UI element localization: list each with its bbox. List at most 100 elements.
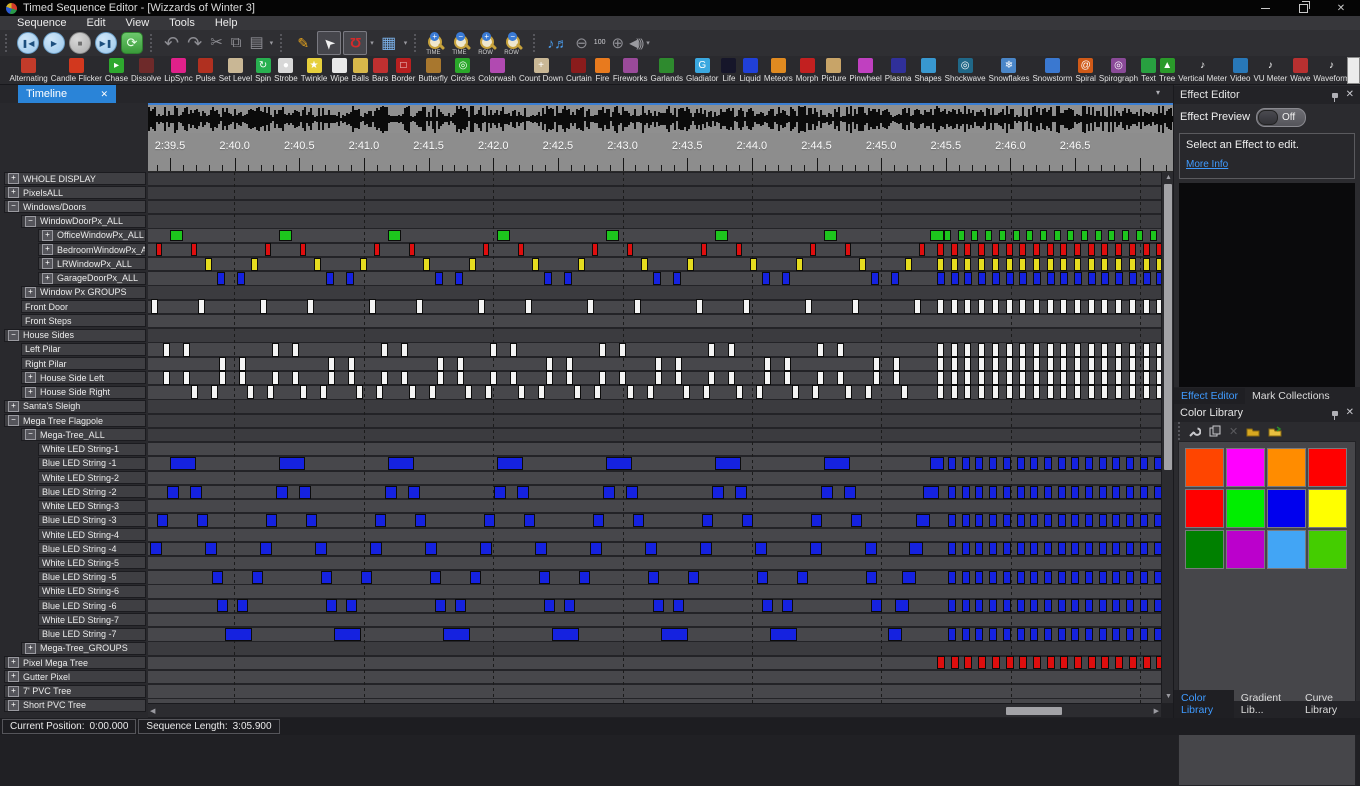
effect-block[interactable] (1060, 299, 1067, 314)
effect-block[interactable] (805, 299, 812, 314)
tree-expander-icon[interactable]: + (8, 173, 19, 184)
effect-block[interactable] (1126, 457, 1134, 470)
effect-wave-button[interactable]: Wave (1290, 58, 1310, 83)
effect-block[interactable] (1143, 357, 1150, 371)
effect-block[interactable] (497, 457, 523, 470)
effect-block[interactable] (688, 571, 699, 584)
grid-row[interactable] (148, 557, 1161, 569)
tree-expander-icon[interactable]: − (8, 330, 19, 341)
effect-spin-button[interactable]: ↻Spin (255, 58, 271, 83)
effect-block[interactable] (673, 272, 681, 285)
effect-block[interactable] (675, 371, 682, 385)
effect-block[interactable] (276, 486, 288, 499)
effect-block[interactable] (370, 542, 382, 555)
paste-dropdown-caret[interactable]: ▾ (270, 39, 274, 47)
effect-block[interactable] (374, 243, 380, 256)
effect-block[interactable] (1074, 272, 1082, 285)
tree-item-bar[interactable]: White LED String-4 (38, 528, 146, 541)
tree-row[interactable]: Blue LED String -7 (0, 628, 148, 641)
effect-block[interactable] (715, 230, 728, 241)
effect-block[interactable] (1017, 599, 1025, 612)
effect-block[interactable] (1143, 385, 1150, 399)
horizontal-scrollbar-thumb[interactable] (1006, 707, 1062, 715)
effect-block[interactable] (948, 457, 956, 470)
tree-row[interactable]: Front Steps (0, 314, 148, 327)
effect-block[interactable] (401, 343, 408, 357)
effect-block[interactable] (1154, 542, 1162, 555)
effect-block[interactable] (978, 357, 985, 371)
effect-block[interactable] (239, 357, 246, 371)
effect-block[interactable] (1058, 628, 1066, 641)
effect-waveform-button[interactable]: ♪Waveform (1313, 58, 1349, 83)
volume-dropdown-caret[interactable]: ▾ (646, 39, 650, 47)
effect-block[interactable] (837, 371, 844, 385)
effect-block[interactable] (163, 343, 170, 357)
effect-block[interactable] (1060, 343, 1067, 357)
effect-block[interactable] (852, 299, 859, 314)
effect-block[interactable] (409, 243, 415, 256)
tree-expander-icon[interactable]: + (25, 287, 36, 298)
tree-expander-icon[interactable]: + (25, 387, 36, 398)
tree-item-bar[interactable]: −Mega-Tree_ALL (21, 428, 146, 441)
effect-block[interactable] (757, 571, 768, 584)
grid-row[interactable] (148, 229, 1161, 241)
toolbar-overflow-handle[interactable] (1347, 57, 1360, 84)
tree-item-bar[interactable]: Blue LED String -5 (38, 571, 146, 584)
tree-row[interactable]: White LED String-3 (0, 500, 148, 513)
effect-block[interactable] (321, 571, 332, 584)
effect-block[interactable] (1074, 357, 1081, 371)
effect-block[interactable] (1115, 258, 1122, 271)
effect-block[interactable] (1101, 272, 1109, 285)
color-swatch[interactable] (1185, 489, 1224, 528)
effect-block[interactable] (1129, 258, 1136, 271)
tree-item-bar[interactable]: White LED String-3 (38, 500, 146, 513)
effect-block[interactable] (1085, 628, 1093, 641)
effect-block[interactable] (893, 371, 900, 385)
effect-block[interactable] (1060, 258, 1067, 271)
effect-block[interactable] (821, 486, 833, 499)
grid-row[interactable] (148, 415, 1161, 427)
effect-block[interactable] (989, 514, 997, 527)
effect-block[interactable] (606, 230, 619, 241)
effect-block[interactable] (1047, 243, 1054, 256)
effect-block[interactable] (989, 457, 997, 470)
tree-row[interactable]: White LED String-2 (0, 471, 148, 484)
effect-vu-meter-button[interactable]: ♪VU Meter (1253, 58, 1287, 83)
effect-block[interactable] (1003, 542, 1011, 555)
minimize-button[interactable] (1246, 0, 1284, 16)
effect-block[interactable] (641, 258, 648, 271)
effect-block[interactable] (1085, 571, 1093, 584)
effect-block[interactable] (1019, 343, 1026, 357)
zoom-row-in-button[interactable]: +ROW (477, 31, 501, 55)
effect-block[interactable] (1033, 656, 1041, 669)
effect-block[interactable] (566, 371, 573, 385)
close-panel-icon[interactable]: ✕ (1346, 90, 1354, 100)
effect-block[interactable] (1006, 258, 1013, 271)
effect-shockwave-button[interactable]: ◎Shockwave (945, 58, 986, 83)
effect-block[interactable] (701, 243, 707, 256)
effect-block[interactable] (1112, 599, 1120, 612)
effect-block[interactable] (824, 230, 837, 241)
tree-item-bar[interactable]: +Short PVC Tree (4, 699, 146, 712)
tree-expander-icon[interactable]: + (8, 401, 19, 412)
effect-block[interactable] (756, 385, 763, 399)
effect-block[interactable] (810, 542, 822, 555)
effect-shapes-button[interactable]: Shapes (914, 58, 941, 83)
sequence-grid[interactable] (148, 172, 1161, 703)
effect-block[interactable] (655, 371, 662, 385)
effect-block[interactable] (962, 571, 970, 584)
effect-morph-button[interactable]: Morph (796, 58, 819, 83)
grid-row[interactable] (148, 173, 1161, 185)
effect-block[interactable] (552, 628, 579, 641)
color-swatch[interactable] (1267, 530, 1306, 569)
effect-block[interactable] (1115, 357, 1122, 371)
tree-expander-icon[interactable]: + (8, 686, 19, 697)
tree-row[interactable]: Blue LED String -1 (0, 457, 148, 470)
effect-block[interactable] (478, 299, 485, 314)
effect-block[interactable] (1088, 371, 1095, 385)
tree-expander-icon[interactable]: − (25, 216, 36, 227)
effect-block[interactable] (544, 599, 555, 612)
effect-block[interactable] (1099, 542, 1107, 555)
effect-block[interactable] (1033, 371, 1040, 385)
effect-block[interactable] (430, 571, 441, 584)
